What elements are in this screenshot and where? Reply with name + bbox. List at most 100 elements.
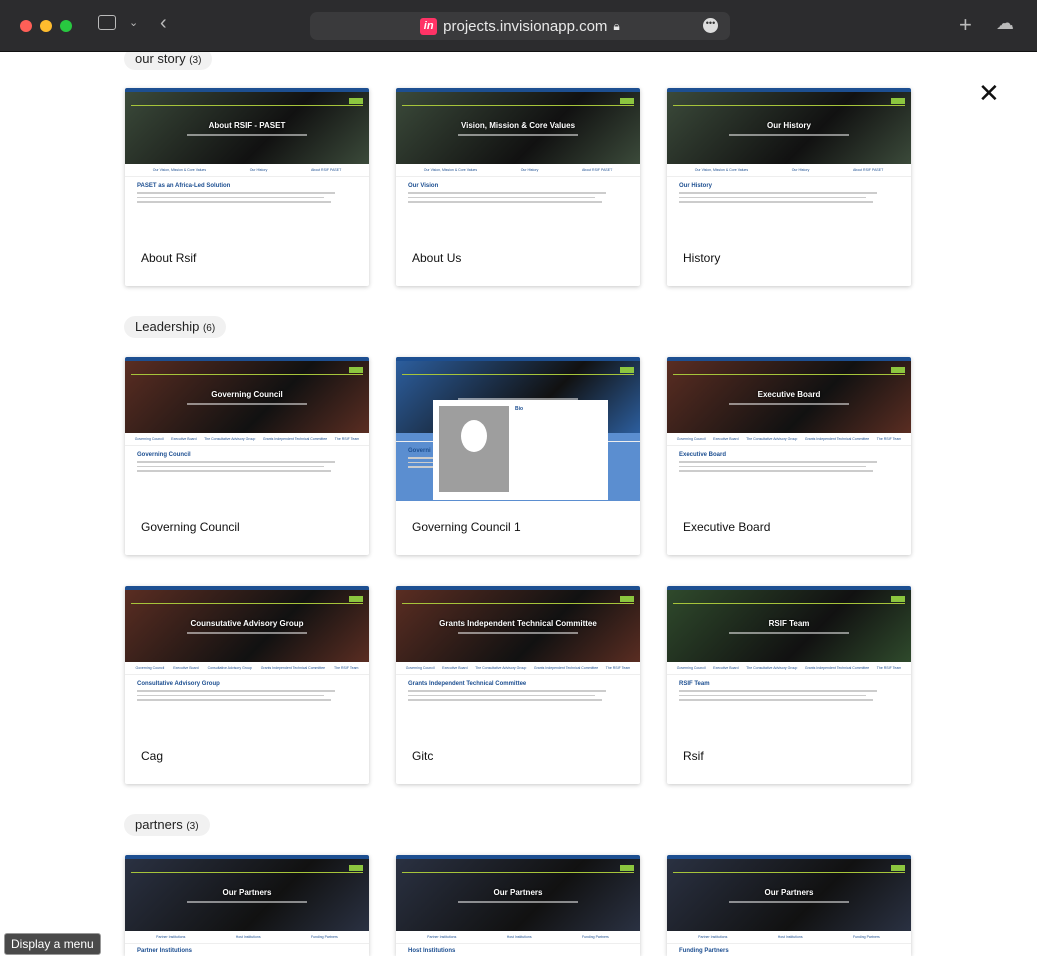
lock-icon: 🔒︎	[613, 18, 620, 33]
thumb-tab: Governing Council	[676, 437, 706, 441]
avatar-placeholder	[439, 406, 509, 492]
screens-overview: ✕ our story (3) About RSIF - PASET Our V…	[0, 48, 1037, 956]
screen-card[interactable]: Vision, Mission & Core Values Our Vision…	[396, 88, 640, 286]
screen-card[interactable]: Our Partners Partner Institutions Host In…	[396, 855, 640, 956]
thumb-tab: Grants Independent Technical Committee	[804, 666, 870, 670]
more-icon[interactable]: •••	[703, 18, 718, 33]
thumb-heading: Grants Independent Technical Committee	[408, 681, 527, 687]
screen-thumbnail: Governing Council Governing Council Execu…	[125, 357, 369, 501]
close-icon[interactable]: ✕	[978, 80, 1000, 106]
thumb-tab: About RSIF PASET	[852, 168, 884, 172]
section-count: (6)	[202, 323, 216, 334]
screen-card[interactable]: Our Partners Partner Institutions Host In…	[125, 855, 369, 956]
browser-toolbar: ⌄ ‹ in projects.invisionapp.com 🔒︎ ••• +…	[0, 0, 1037, 52]
thumb-tab: Host Institutions	[777, 935, 803, 939]
screen-card[interactable]: Executive Board Governing Council Executi…	[667, 357, 911, 555]
thumb-tab: Executive Board	[442, 666, 468, 670]
thumb-tab: Grants Independent Technical Committee	[533, 666, 599, 670]
modal-title: Bio	[515, 406, 524, 412]
thumb-heading: Partner Institutions	[137, 948, 193, 954]
thumb-heading: RSIF Team	[679, 681, 710, 687]
section-count: (3)	[189, 55, 202, 66]
thumb-tab: Host Institutions	[506, 935, 532, 939]
section-title: partners	[135, 817, 183, 832]
thumb-tab: Executive Board	[171, 437, 197, 441]
thumb-tab: The RSIF Team	[334, 437, 360, 441]
screen-name: Governing Council	[141, 520, 240, 534]
maximize-window-button[interactable]	[60, 20, 72, 32]
thumb-heading: Our History	[679, 183, 713, 189]
thumb-hero-title: Our Partners	[764, 887, 814, 897]
close-window-button[interactable]	[20, 20, 32, 32]
chevron-down-icon[interactable]: ⌄	[129, 16, 138, 29]
screen-name: Cag	[141, 749, 164, 763]
thumb-hero-title: Our Partners	[222, 887, 272, 897]
thumb-tab: Our Vision, Mission & Core Values	[152, 168, 207, 172]
thumb-tab: The RSIF Team	[605, 666, 631, 670]
thumb-tab: Funding Partners	[581, 935, 609, 939]
thumb-tab: Governing Council	[135, 666, 165, 670]
thumb-hero-title: Governing Council	[211, 389, 283, 399]
thumb-heading: Governing Council	[137, 452, 191, 458]
thumb-tab: Executive Board	[173, 666, 199, 670]
screen-card[interactable]: Governing Council Governing Council Execu…	[125, 357, 369, 555]
thumb-tab: Funding Partners	[310, 935, 338, 939]
thumb-heading: Executive Board	[679, 452, 727, 458]
screen-card[interactable]: Grants Independent Technical Committee G…	[396, 586, 640, 784]
section-count: (3)	[186, 821, 199, 832]
thumb-tab: Our History	[249, 168, 268, 172]
screen-thumbnail: Governi Bio	[396, 357, 640, 501]
tooltip: Display a menu	[4, 933, 101, 955]
thumb-tab: Governing Council	[405, 666, 435, 670]
thumb-tab: Executive Board	[713, 666, 739, 670]
thumb-tab: Governing Council	[134, 437, 164, 441]
screen-thumbnail: Grants Independent Technical Committee G…	[396, 586, 640, 730]
thumb-heading: Our Vision	[408, 183, 439, 189]
thumb-tab: The RSIF Team	[334, 666, 359, 670]
thumb-tab: The Consultative Advisory Group	[204, 437, 256, 441]
url-text: projects.invisionapp.com	[443, 17, 608, 35]
screen-card[interactable]: RSIF Team Governing Council Executive Boa…	[667, 586, 911, 784]
thumb-hero-title: RSIF Team	[768, 618, 810, 628]
thumb-tab: Grants Independent Technical Committee	[260, 666, 326, 670]
thumb-hero-title: Counsutative Advisory Group	[190, 618, 304, 628]
new-tab-icon[interactable]: +	[959, 12, 972, 38]
cloud-icon[interactable]: ☁︎	[996, 13, 1014, 34]
screen-card[interactable]: Our History Our Vision, Mission & Core V…	[667, 88, 911, 286]
screen-name: Rsif	[683, 749, 704, 763]
minimize-window-button[interactable]	[40, 20, 52, 32]
screen-card[interactable]: Counsutative Advisory Group Governing Co…	[125, 586, 369, 784]
back-icon[interactable]: ‹	[160, 12, 167, 35]
thumb-tab: The Consultative Advisory Group	[475, 666, 527, 670]
thumb-tab: Our History	[791, 168, 810, 172]
screen-name: Gitc	[412, 749, 434, 763]
section-label[interactable]: Leadership (6)	[124, 316, 227, 338]
screen-name: About Rsif	[141, 251, 197, 265]
thumb-heading: Funding Partners	[679, 948, 729, 954]
thumb-heading: Host Institutions	[408, 948, 456, 954]
screen-card[interactable]: About RSIF - PASET Our Vision, Mission &…	[125, 88, 369, 286]
screen-thumbnail: Our Partners Partner Institutions Host In…	[396, 855, 640, 956]
thumb-tab: Host Institutions	[235, 935, 261, 939]
thumb-tab: The RSIF Team	[876, 666, 902, 670]
screen-card[interactable]: Governi Bio Governing Council 1	[396, 357, 640, 555]
screen-thumbnail: Our Partners Partner Institutions Host In…	[125, 855, 369, 956]
section-title: Leadership	[135, 319, 200, 334]
thumb-tab: Consultative Advisory Group	[207, 666, 252, 670]
thumb-tab: The Consultative Advisory Group	[746, 437, 798, 441]
screen-name: Governing Council 1	[412, 520, 521, 534]
thumb-tab: About RSIF PASET	[310, 168, 342, 172]
screen-card[interactable]: Our Partners Partner Institutions Host In…	[667, 855, 911, 956]
thumb-tab: About RSIF PASET	[581, 168, 613, 172]
thumb-heading: Consultative Advisory Group	[137, 681, 220, 687]
screen-thumbnail: RSIF Team Governing Council Executive Boa…	[667, 586, 911, 730]
screen-thumbnail: Our History Our Vision, Mission & Core V…	[667, 88, 911, 232]
section-label[interactable]: partners (3)	[124, 814, 210, 836]
screen-name: Executive Board	[683, 520, 771, 534]
thumb-hero-title: About RSIF - PASET	[208, 120, 286, 130]
address-bar[interactable]: in projects.invisionapp.com 🔒︎ •••	[310, 12, 730, 40]
screen-name: History	[683, 251, 721, 265]
screen-name: About Us	[412, 251, 462, 265]
sidebar-toggle-icon[interactable]	[98, 15, 116, 30]
screen-thumbnail: Counsutative Advisory Group Governing Co…	[125, 586, 369, 730]
